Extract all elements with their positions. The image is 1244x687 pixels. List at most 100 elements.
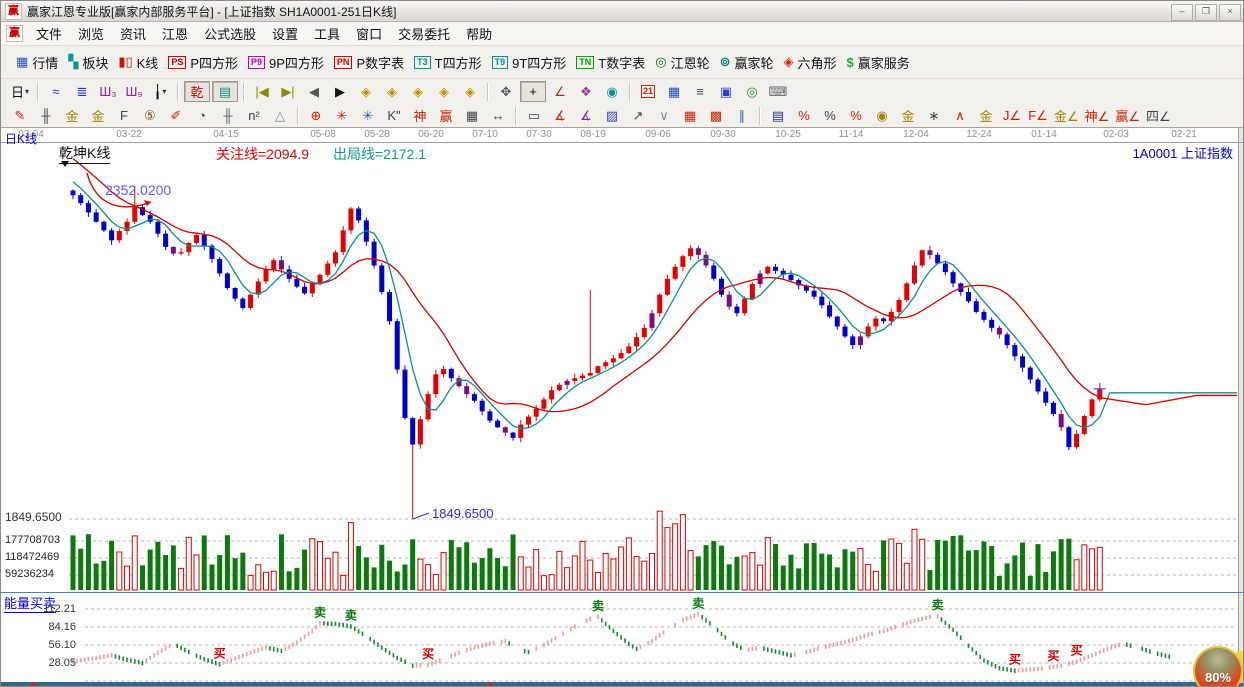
kline-chart-canvas[interactable]: 买卖卖买卖卖卖买买买: [1, 128, 1244, 687]
menu-item-1[interactable]: 浏览: [70, 22, 112, 45]
kline-button[interactable]: ▮▯K线: [113, 51, 163, 74]
menu-item-3[interactable]: 江恩: [154, 22, 196, 45]
angle-shen-tool[interactable]: 神∠: [1083, 106, 1112, 125]
next-bar-button[interactable]: ▶: [328, 82, 352, 101]
nine-line-icon[interactable]: Ш₉: [122, 82, 146, 101]
cycle-tool[interactable]: ◔: [190, 106, 214, 125]
knife-tool[interactable]: ✐: [164, 106, 188, 125]
volume-profile-button[interactable]: ▤: [212, 81, 238, 102]
candle-type-dropdown[interactable]: ╽▾: [148, 82, 172, 101]
quotes-button[interactable]: ▦行情: [11, 51, 63, 74]
first-bar-button[interactable]: |◀: [250, 82, 274, 101]
grid-red-tool[interactable]: ▦: [678, 106, 702, 125]
close-button[interactable]: ×: [1219, 4, 1241, 21]
period-day-dropdown[interactable]: 日▾: [8, 82, 32, 101]
fan-box-tool[interactable]: ▨: [600, 106, 624, 125]
prev-bar-button[interactable]: ◀: [302, 82, 326, 101]
web-red-tool[interactable]: ✳: [330, 106, 354, 125]
three-line-icon[interactable]: Ш₃: [96, 82, 120, 101]
p-square-button[interactable]: PSP四方形: [163, 51, 243, 74]
sectors-button[interactable]: ▚板块: [63, 51, 113, 74]
t9-square-button[interactable]: T99T四方形: [487, 51, 572, 74]
angle-j-tool[interactable]: J∠: [1000, 106, 1024, 125]
gann-star-diamond[interactable]: ◈: [458, 82, 482, 101]
rect-tool[interactable]: ▭: [522, 106, 546, 125]
quote-list-icon[interactable]: ≣: [70, 82, 94, 101]
gann-cross-diamond[interactable]: ◈: [432, 82, 456, 101]
menu-item-7[interactable]: 窗口: [348, 22, 390, 45]
pct-line-tool[interactable]: %: [792, 106, 816, 125]
menu-item-0[interactable]: 文件: [28, 22, 70, 45]
gann-grid-tool[interactable]: ╫: [34, 106, 58, 125]
level-list-tool[interactable]: ▤: [766, 106, 790, 125]
qiankun-kline-button[interactable]: 乾: [184, 81, 210, 102]
gann-lr-diamond[interactable]: ◈: [406, 82, 430, 101]
calculator-button[interactable]: ▦: [662, 82, 686, 101]
notes-button[interactable]: ≡: [688, 82, 712, 101]
ying-tool[interactable]: 赢: [434, 106, 458, 125]
gold-avg-tool[interactable]: 金: [896, 106, 920, 125]
arrow-line-tool[interactable]: ↗: [626, 106, 650, 125]
menu-item-5[interactable]: 设置: [264, 22, 306, 45]
fan-purple-tool[interactable]: ∡: [574, 106, 598, 125]
gann-compass-tool[interactable]: ❖: [574, 82, 598, 101]
gold-circle-tool[interactable]: ◉: [870, 106, 894, 125]
p-number-button[interactable]: PNP数字表: [329, 51, 409, 74]
maximize-button[interactable]: ❐: [1195, 4, 1217, 21]
menu-item-6[interactable]: 工具: [306, 22, 348, 45]
last-bar-button[interactable]: ▶|: [276, 82, 300, 101]
t-square-button[interactable]: T3T四方形: [409, 51, 486, 74]
spiral-tool[interactable]: ⑤: [138, 106, 162, 125]
hexagon-button[interactable]: ◈六角形: [779, 51, 842, 74]
percent-tool[interactable]: %: [818, 106, 842, 125]
gann-wheel-button[interactable]: ◎江恩轮: [650, 51, 714, 74]
span-tool[interactable]: ↔: [486, 106, 510, 125]
t-number-button[interactable]: TNT数字表: [571, 51, 650, 74]
angle-f-tool[interactable]: F∠: [1026, 106, 1050, 125]
k-note-tool[interactable]: K": [382, 106, 406, 125]
wave-a-tool[interactable]: ∧: [948, 106, 972, 125]
angle-a-tool[interactable]: △: [268, 106, 292, 125]
winner-service-button[interactable]: $赢家服务: [842, 51, 915, 74]
pct-avg-tool[interactable]: %: [844, 106, 868, 125]
gold-split-tool[interactable]: 金: [60, 106, 84, 125]
gold-avg2-tool[interactable]: 金: [974, 106, 998, 125]
menu-item-4[interactable]: 公式选股: [196, 22, 264, 45]
parallel-tool[interactable]: ∥: [730, 106, 754, 125]
pattern-tool[interactable]: ◉: [600, 82, 624, 101]
menu-item-8[interactable]: 交易委托: [390, 22, 458, 45]
target-tool[interactable]: ⊕: [304, 106, 328, 125]
pen-tool[interactable]: ✎: [8, 106, 32, 125]
winner-wheel-button[interactable]: ⊚赢家轮: [715, 51, 779, 74]
grid-red2-tool[interactable]: ▩: [704, 106, 728, 125]
bottom-scroll-bar[interactable]: [1, 682, 1244, 687]
angle-measure-tool[interactable]: ∠: [548, 82, 572, 101]
crosshair-tool[interactable]: +: [520, 81, 546, 102]
web-update-button[interactable]: ◎: [740, 82, 764, 101]
web-grid-tool[interactable]: ✳: [356, 106, 380, 125]
gann-right-diamond[interactable]: ◈: [380, 82, 404, 101]
prev-bar-button-icon: ◀: [309, 84, 319, 100]
n-square-tool[interactable]: n²: [242, 106, 266, 125]
gann-left-diamond[interactable]: ◈: [354, 82, 378, 101]
angle-ying-tool[interactable]: 赢∠: [1113, 106, 1142, 125]
menu-item-9[interactable]: 帮助: [458, 22, 500, 45]
angle-gold-tool[interactable]: 金∠: [1052, 106, 1081, 125]
trend-chart-icon[interactable]: ≈: [44, 82, 68, 101]
fib-tool[interactable]: F: [112, 106, 136, 125]
fan-red-tool[interactable]: ∡: [548, 106, 572, 125]
angle-si-tool[interactable]: 四∠: [1144, 106, 1173, 125]
calendar-button[interactable]: 21: [636, 82, 660, 101]
brush-tool[interactable]: ∗: [922, 106, 946, 125]
p9-square-button[interactable]: P99P四方形: [243, 51, 329, 74]
menu-item-2[interactable]: 资讯: [112, 22, 154, 45]
minimize-button[interactable]: –: [1171, 4, 1193, 21]
v-wave-tool[interactable]: ∨: [652, 106, 676, 125]
gold-split2-tool[interactable]: 金: [86, 106, 110, 125]
hash-tool[interactable]: ╫: [216, 106, 240, 125]
hand-tool[interactable]: ✥: [494, 82, 518, 101]
save-button[interactable]: ▣: [714, 82, 738, 101]
pc-data-button[interactable]: ⌨: [766, 82, 790, 101]
grid-123-tool[interactable]: ▦: [460, 106, 484, 125]
shen-tool[interactable]: 神: [408, 106, 432, 125]
